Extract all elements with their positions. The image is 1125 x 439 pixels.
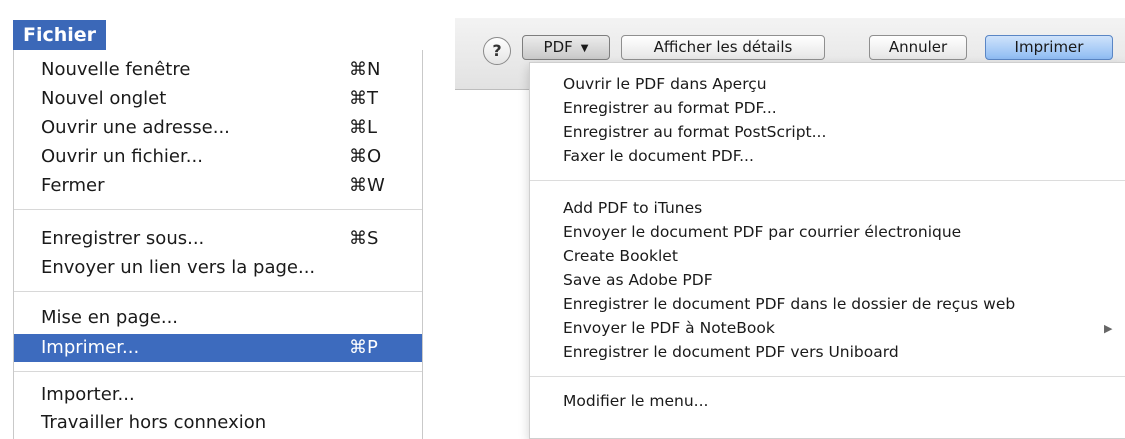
menu-separator (14, 371, 422, 372)
menu-item-mise-en-page[interactable]: Mise en page... (14, 305, 422, 331)
help-button[interactable]: ? (483, 37, 511, 65)
menu-item-label: Travailler hors connexion (41, 412, 267, 433)
menu-item-label: Envoyer le PDF à NoteBook (563, 319, 775, 337)
menu-item-shortcut: ⌘N (349, 59, 381, 80)
submenu-arrow-icon: ▶ (1104, 322, 1113, 335)
chevron-down-icon: ▼ (580, 43, 589, 54)
menu-item-label: Faxer le document PDF... (563, 147, 754, 165)
pdf-menu-item-uniboard[interactable]: Enregistrer le document PDF vers Uniboar… (530, 341, 1125, 364)
pdf-menu-item-modifier-menu[interactable]: Modifier le menu... (530, 390, 1125, 413)
pdf-menu-button[interactable]: PDF ▼ (522, 35, 610, 60)
menu-item-envoyer-lien[interactable]: Envoyer un lien vers la page... (14, 255, 422, 281)
pdf-menu-item-save-adobe-pdf[interactable]: Save as Adobe PDF (530, 269, 1125, 292)
menu-item-label: Nouvelle fenêtre (41, 59, 191, 80)
menu-separator (14, 291, 422, 292)
menu-item-label: Envoyer un lien vers la page... (41, 257, 316, 278)
pdf-menu-item-ouvrir-apercu[interactable]: Ouvrir le PDF dans Aperçu (530, 73, 1125, 96)
menu-item-shortcut: ⌘W (349, 175, 385, 196)
menu-item-label: Add PDF to iTunes (563, 199, 703, 217)
menu-item-shortcut: ⌘P (349, 337, 378, 358)
menu-item-label: Mise en page... (41, 307, 179, 328)
pdf-menu-item-notebook[interactable]: Envoyer le PDF à NoteBook ▶ (530, 317, 1125, 340)
menu-item-label: Imprimer... (41, 337, 140, 358)
pdf-button-label: PDF (543, 38, 573, 56)
menu-item-label: Ouvrir un fichier... (41, 146, 203, 167)
show-details-button[interactable]: Afficher les détails (621, 35, 825, 60)
pdf-menu-item-create-booklet[interactable]: Create Booklet (530, 245, 1125, 268)
menu-item-label: Fermer (41, 175, 105, 196)
menu-item-label: Modifier le menu... (563, 392, 709, 410)
menu-item-label: Enregistrer le document PDF vers Uniboar… (563, 343, 899, 361)
menu-item-importer[interactable]: Importer... (14, 382, 422, 408)
menu-item-shortcut: ⌘S (349, 228, 379, 249)
menu-item-enregistrer-sous[interactable]: Enregistrer sous... ⌘S (14, 226, 422, 252)
menu-item-label: Enregistrer sous... (41, 228, 205, 249)
menu-separator (530, 376, 1125, 377)
pdf-menu-item-recus-web[interactable]: Enregistrer le document PDF dans le doss… (530, 293, 1125, 316)
menu-item-label: Ouvrir une adresse... (41, 117, 230, 138)
menu-item-ouvrir-adresse[interactable]: Ouvrir une adresse... ⌘L (14, 115, 422, 141)
menu-item-fermer[interactable]: Fermer ⌘W (14, 173, 422, 199)
menu-item-nouvel-onglet[interactable]: Nouvel onglet ⌘T (14, 86, 422, 112)
print-button[interactable]: Imprimer (985, 35, 1113, 60)
menu-separator (14, 209, 422, 210)
pdf-menu-item-envoyer-courrier[interactable]: Envoyer le document PDF par courrier éle… (530, 221, 1125, 244)
menu-item-shortcut: ⌘L (349, 117, 378, 138)
pdf-menu-item-faxer[interactable]: Faxer le document PDF... (530, 145, 1125, 168)
menu-item-label: Nouvel onglet (41, 88, 167, 109)
pdf-menu-item-add-to-itunes[interactable]: Add PDF to iTunes (530, 197, 1125, 220)
menu-item-label: Save as Adobe PDF (563, 271, 713, 289)
menu-item-shortcut: ⌘T (349, 88, 378, 109)
menu-item-label: Enregistrer au format PostScript... (563, 123, 827, 141)
pdf-menu-item-enregistrer-postscript[interactable]: Enregistrer au format PostScript... (530, 121, 1125, 144)
menu-bar-fichier[interactable]: Fichier (13, 20, 106, 50)
cancel-button[interactable]: Annuler (869, 35, 967, 60)
menu-item-label: Enregistrer au format PDF... (563, 99, 777, 117)
menu-item-label: Enregistrer le document PDF dans le doss… (563, 295, 1016, 313)
menu-item-imprimer[interactable]: Imprimer... ⌘P (14, 334, 422, 362)
pdf-menu-item-enregistrer-pdf[interactable]: Enregistrer au format PDF... (530, 97, 1125, 120)
menu-item-label: Create Booklet (563, 247, 678, 265)
menu-item-label: Ouvrir le PDF dans Aperçu (563, 75, 767, 93)
menu-item-shortcut: ⌘O (349, 146, 382, 167)
menu-item-label: Envoyer le document PDF par courrier éle… (563, 223, 962, 241)
fichier-dropdown-menu: Nouvelle fenêtre ⌘N Nouvel onglet ⌘T Ouv… (13, 50, 423, 439)
menu-item-label: Importer... (41, 384, 135, 405)
pdf-dropdown-menu: Ouvrir le PDF dans Aperçu Enregistrer au… (529, 62, 1125, 439)
menu-separator (530, 180, 1125, 181)
menu-item-ouvrir-fichier[interactable]: Ouvrir un fichier... ⌘O (14, 144, 422, 170)
menu-item-travailler-hors-connexion[interactable]: Travailler hors connexion (14, 410, 422, 436)
menu-item-nouvelle-fenetre[interactable]: Nouvelle fenêtre ⌘N (14, 57, 422, 83)
